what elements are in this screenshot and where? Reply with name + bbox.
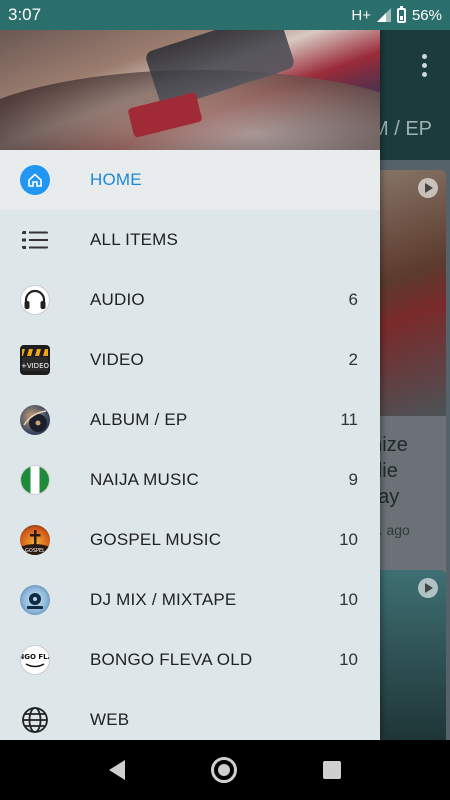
drawer-item-label: AUDIO <box>90 290 145 309</box>
home-icon <box>20 165 50 195</box>
drawer-item-home[interactable]: HOME <box>0 150 380 210</box>
drawer-item-label: WEB <box>90 710 130 729</box>
dj-mix-icon <box>20 585 50 615</box>
battery-icon <box>396 5 406 23</box>
status-time: 3:07 <box>8 5 42 24</box>
drawer-item-album-ep[interactable]: ALBUM / EP 11 <box>0 390 380 450</box>
video-icon-text: +VIDEO <box>21 362 50 370</box>
video-clapper-icon: +VIDEO <box>20 345 50 375</box>
back-icon[interactable] <box>109 760 125 780</box>
drawer-item-count: 2 <box>348 350 358 369</box>
overflow-menu-icon <box>422 54 428 78</box>
list-icon <box>20 225 50 255</box>
navigation-drawer: HOME ALL ITEMS AUDIO 6 +VIDEO VIDEO 2 AL… <box>0 30 380 740</box>
status-right: H+ 56% <box>351 5 442 24</box>
drawer-item-label: GOSPEL MUSIC <box>90 530 222 549</box>
drawer-item-count: 6 <box>348 290 358 309</box>
battery-percent: 56% <box>411 6 442 24</box>
recent-apps-icon[interactable] <box>323 761 341 779</box>
system-navigation-bar <box>0 740 450 800</box>
play-icon-2 <box>418 578 438 598</box>
background-tab-label: M / EP <box>371 118 432 140</box>
gospel-icon-text: GOSPEL <box>25 548 45 554</box>
drawer-item-label: DJ MIX / MIXTAPE <box>90 590 237 609</box>
home-button-icon[interactable] <box>211 757 237 783</box>
nigeria-flag-icon <box>20 465 50 495</box>
drawer-item-count: 10 <box>339 650 358 669</box>
drawer-item-label: VIDEO <box>90 350 144 369</box>
drawer-menu: HOME ALL ITEMS AUDIO 6 +VIDEO VIDEO 2 AL… <box>0 150 380 740</box>
gospel-icon: GOSPEL <box>20 525 50 555</box>
album-icon <box>20 405 50 435</box>
globe-icon <box>20 705 50 735</box>
drawer-item-label: ALL ITEMS <box>90 230 179 249</box>
drawer-item-dj-mix[interactable]: DJ MIX / MIXTAPE 10 <box>0 570 380 630</box>
drawer-item-count: 9 <box>348 470 358 489</box>
drawer-item-count: 10 <box>339 590 358 609</box>
drawer-item-label: HOME <box>90 170 142 189</box>
drawer-item-gospel-music[interactable]: GOSPEL GOSPEL MUSIC 10 <box>0 510 380 570</box>
signal-icon <box>376 8 391 22</box>
headphones-icon <box>20 285 50 315</box>
drawer-item-naija-music[interactable]: NAIJA MUSIC 9 <box>0 450 380 510</box>
drawer-item-audio[interactable]: AUDIO 6 <box>0 270 380 330</box>
drawer-item-web[interactable]: WEB <box>0 690 380 740</box>
bongo-fleva-icon: BONGO FLAVA <box>20 645 50 675</box>
status-bar: 3:07 H+ 56% <box>0 0 450 30</box>
drawer-item-count: 11 <box>340 410 358 429</box>
drawer-header-image <box>0 30 380 150</box>
drawer-item-bongo-fleva-old[interactable]: BONGO FLAVA BONGO FLEVA OLD 10 <box>0 630 380 690</box>
drawer-item-label: BONGO FLEVA OLD <box>90 650 253 669</box>
bongo-icon-text: BONGO FLAVA <box>21 653 49 661</box>
play-icon <box>418 178 438 198</box>
drawer-item-all-items[interactable]: ALL ITEMS <box>0 210 380 270</box>
network-type: H+ <box>351 6 371 24</box>
drawer-item-label: ALBUM / EP <box>90 410 188 429</box>
drawer-item-label: NAIJA MUSIC <box>90 470 199 489</box>
drawer-item-count: 10 <box>339 530 358 549</box>
drawer-item-video[interactable]: +VIDEO VIDEO 2 <box>0 330 380 390</box>
